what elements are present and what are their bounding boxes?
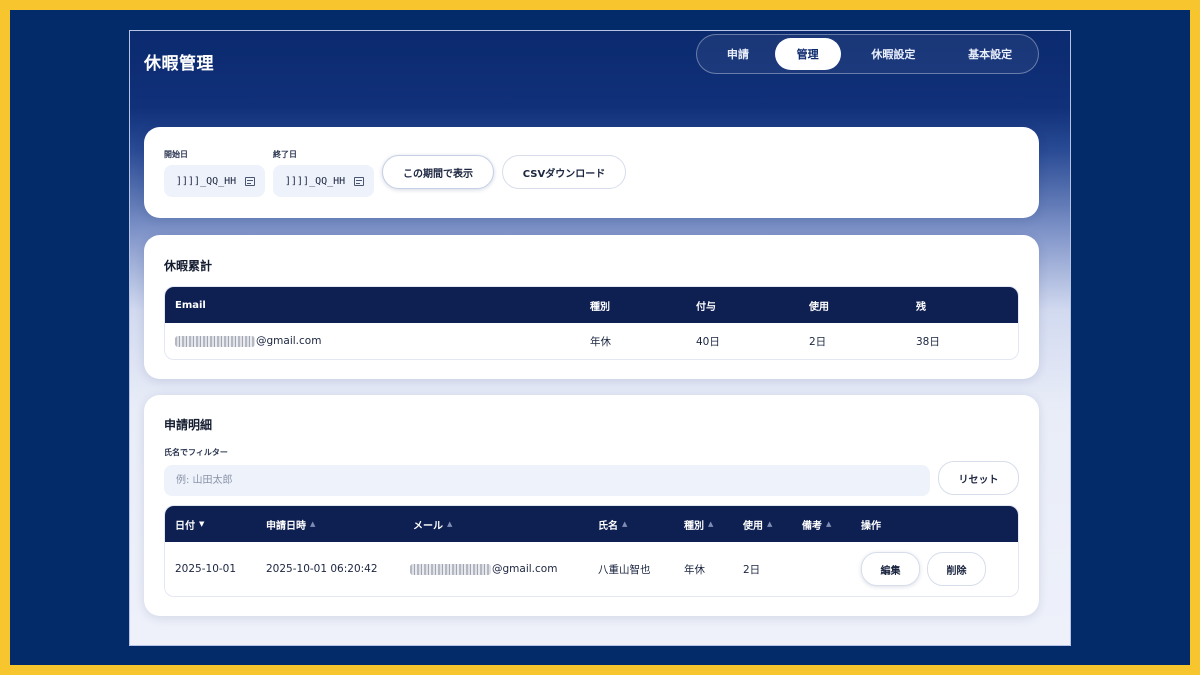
reset-button[interactable]: リセット — [938, 461, 1019, 495]
show-period-button[interactable]: この期間で表示 — [382, 155, 494, 189]
csv-download-button[interactable]: CSVダウンロード — [502, 155, 626, 189]
end-date-input[interactable]: ]]]]_QQ_HH — [273, 165, 374, 197]
col-name[interactable]: 氏名 ▲ — [598, 506, 627, 542]
end-date-label: 終了日 — [273, 150, 297, 159]
redacted-email — [175, 335, 255, 347]
detail-name: 八重山智也 — [598, 563, 651, 576]
start-date-value: ]]]]_QQ_HH — [176, 175, 237, 187]
tab-basic-settings[interactable]: 基本設定 — [946, 38, 1034, 70]
detail-type: 年休 — [684, 563, 705, 576]
col-used: 使用 — [809, 301, 829, 313]
redacted-email — [410, 563, 491, 575]
delete-button[interactable]: 削除 — [927, 552, 986, 586]
col-date[interactable]: 日付 ▼ — [175, 506, 204, 542]
col-email[interactable]: メール ▲ — [413, 506, 452, 542]
summary-email: @gmail.com — [175, 323, 321, 359]
summary-remaining: 38日 — [916, 335, 940, 348]
top-nav: 申請 管理 休暇設定 基本設定 — [696, 34, 1039, 74]
summary-type: 年休 — [590, 335, 611, 348]
detail-used: 2日 — [743, 563, 761, 576]
start-date-label: 開始日 — [164, 150, 188, 159]
period-filter-card: 開始日 ]]]]_QQ_HH 終了日 ]]]]_QQ_HH この期間で表示 CS… — [144, 127, 1039, 218]
detail-title: 申請明細 — [164, 418, 213, 432]
summary-used: 2日 — [809, 335, 827, 348]
sort-desc-icon[interactable]: ▼ — [199, 520, 204, 528]
col-granted: 付与 — [696, 301, 716, 313]
sort-asc-icon[interactable]: ▲ — [310, 520, 315, 528]
sort-asc-icon[interactable]: ▲ — [708, 520, 713, 528]
summary-table: Email 種別 付与 使用 残 @gmail.com 年休 40日 2日 38… — [164, 286, 1019, 360]
app-window: 休暇管理 申請 管理 休暇設定 基本設定 開始日 ]]]]_QQ_HH 終了日 … — [129, 30, 1071, 646]
tab-apply[interactable]: 申請 — [701, 38, 775, 70]
name-filter-input[interactable] — [164, 465, 930, 496]
summary-title: 休暇累計 — [164, 259, 213, 273]
sort-asc-icon[interactable]: ▲ — [826, 520, 831, 528]
end-date-value: ]]]]_QQ_HH — [285, 175, 346, 187]
col-remaining: 残 — [916, 301, 926, 313]
sort-asc-icon[interactable]: ▲ — [447, 520, 452, 528]
request-detail-card: 申請明細 氏名でフィルター リセット 日付▼ 申請日時▲ メール▲ 氏名▲ 種別… — [144, 395, 1039, 616]
start-date-input[interactable]: ]]]]_QQ_HH — [164, 165, 265, 197]
table-row: 2025-10-01 2025-10-01 06:20:42 @gmail.co… — [165, 542, 1018, 596]
edit-button[interactable]: 編集 — [861, 552, 920, 586]
sort-asc-icon[interactable]: ▲ — [767, 520, 772, 528]
col-type: 種別 — [590, 301, 610, 313]
col-type[interactable]: 種別 ▲ — [684, 506, 713, 542]
col-used[interactable]: 使用 ▲ — [743, 506, 772, 542]
tab-manage[interactable]: 管理 — [774, 38, 841, 70]
table-row: @gmail.com 年休 40日 2日 38日 — [165, 323, 1018, 359]
detail-table: 日付 ▼ 申請日時 ▲ メール ▲ 氏名 ▲ 種別 ▲ 使用 ▲ 備考 ▲ 操作… — [164, 505, 1019, 597]
detail-applied-at: 2025-10-01 06:20:42 — [266, 563, 378, 575]
sort-asc-icon[interactable]: ▲ — [622, 520, 627, 528]
col-note[interactable]: 備考 ▲ — [802, 506, 831, 542]
calendar-icon[interactable] — [245, 176, 255, 186]
col-applied-at[interactable]: 申請日時 ▲ — [266, 506, 315, 542]
calendar-icon[interactable] — [354, 176, 364, 186]
col-actions: 操作 — [861, 520, 881, 532]
app-title: 休暇管理 — [144, 54, 214, 74]
name-filter-label: 氏名でフィルター — [164, 448, 228, 457]
detail-table-header: 日付 ▼ 申請日時 ▲ メール ▲ 氏名 ▲ 種別 ▲ 使用 ▲ 備考 ▲ 操作 — [165, 506, 1018, 542]
summary-granted: 40日 — [696, 335, 720, 348]
detail-email: @gmail.com — [410, 542, 557, 596]
detail-date: 2025-10-01 — [175, 563, 237, 575]
col-email: Email — [175, 299, 206, 311]
leave-summary-card: 休暇累計 Email 種別 付与 使用 残 @gmail.com 年休 40日 … — [144, 235, 1039, 379]
summary-table-header: Email 種別 付与 使用 残 — [165, 287, 1018, 323]
tab-leave-settings[interactable]: 休暇設定 — [841, 38, 947, 70]
